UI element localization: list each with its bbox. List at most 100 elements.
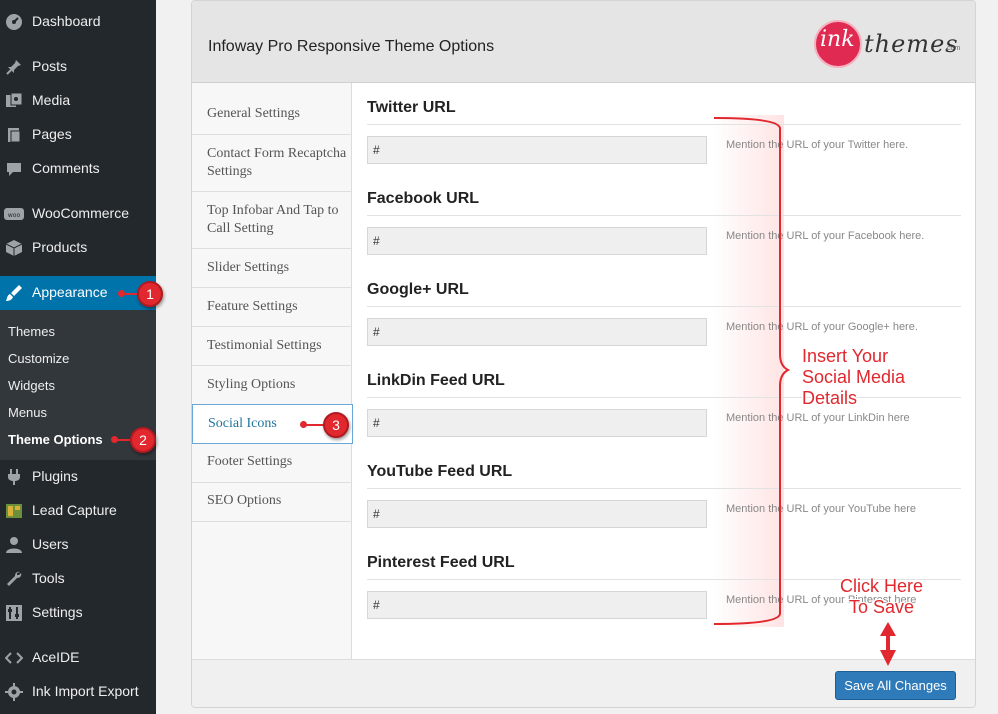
callout-save-line: Click Here [840, 576, 924, 596]
callout-social-line: Social Media [802, 367, 906, 387]
submenu-theme-options[interactable]: Theme Options [8, 432, 103, 447]
options-tabs: General Settings Contact Form Recaptcha … [192, 83, 353, 661]
field-divider [367, 306, 961, 307]
annotation-marker-2: 2 [130, 427, 156, 453]
panel-header: Infoway Pro Responsive Theme Options ink… [192, 1, 975, 83]
tab-feature-settings[interactable]: Feature Settings [192, 288, 352, 327]
annotation-arrow-icon [880, 622, 896, 666]
gear-icon [4, 683, 24, 701]
menu-label: Dashboard [32, 13, 101, 29]
menu-label: Comments [32, 160, 100, 176]
menu-aceide[interactable]: AceIDE [0, 641, 156, 675]
code-icon [4, 649, 24, 667]
field-divider [367, 124, 961, 125]
logo-ink-text: ink [820, 27, 855, 52]
tab-general-settings[interactable]: General Settings [192, 83, 352, 135]
menu-settings[interactable]: Settings [0, 596, 156, 630]
field-title-youtube: YouTube Feed URL [367, 463, 513, 480]
submenu-menus[interactable]: Menus [8, 405, 47, 420]
youtube-url-input[interactable] [367, 500, 707, 528]
svg-text:woo: woo [8, 212, 21, 219]
googleplus-url-input[interactable] [367, 318, 707, 346]
tab-styling-options[interactable]: Styling Options [192, 366, 352, 405]
media-icon [4, 92, 24, 110]
pages-icon [4, 126, 24, 144]
admin-sidebar: Dashboard Posts Media Pages Comments woo… [0, 0, 156, 714]
annotation-marker-3: 3 [323, 412, 349, 438]
pinterest-url-input[interactable] [367, 591, 707, 619]
woo-icon: woo [4, 205, 24, 223]
field-title-facebook: Facebook URL [367, 190, 480, 207]
save-all-changes-button[interactable]: Save All Changes [835, 671, 956, 700]
products-icon [4, 239, 24, 257]
submenu-widgets[interactable]: Widgets [8, 378, 55, 393]
linkedin-url-input[interactable] [367, 409, 707, 437]
panel-footer: Save All Changes [192, 659, 975, 707]
submenu-themes[interactable]: Themes [8, 324, 55, 339]
logo-com-text: .com [945, 45, 961, 52]
brush-icon [4, 284, 24, 302]
comment-icon [4, 160, 24, 178]
menu-label: Plugins [32, 468, 78, 484]
tab-contact-form[interactable]: Contact Form Recaptcha Settings [192, 135, 352, 192]
logo-themes-text: themes [864, 30, 959, 58]
menu-label: Settings [32, 604, 83, 620]
menu-label: AceIDE [32, 649, 80, 665]
menu-label: Ink Import Export [32, 683, 139, 699]
callout-save-line: To Save [848, 597, 915, 617]
annotation-marker-1: 1 [137, 281, 163, 307]
menu-label: Products [32, 239, 88, 255]
menu-label: Posts [32, 58, 68, 74]
menu-label: Pages [32, 126, 72, 142]
menu-label: Appearance [32, 284, 108, 300]
menu-posts[interactable]: Posts [0, 50, 156, 84]
field-title-linkedin: LinkDin Feed URL [367, 372, 505, 389]
annotation-bracket [713, 117, 791, 625]
facebook-url-input[interactable] [367, 227, 707, 255]
field-title-googleplus: Google+ URL [367, 281, 469, 298]
twitter-url-input[interactable] [367, 136, 707, 164]
tab-testimonial-settings[interactable]: Testimonial Settings [192, 327, 352, 366]
user-icon [4, 536, 24, 554]
field-title-pinterest: Pinterest Feed URL [367, 554, 515, 571]
menu-products[interactable]: Products [0, 231, 156, 265]
menu-dashboard[interactable]: Dashboard [0, 5, 156, 39]
menu-users[interactable]: Users [0, 528, 156, 562]
lead-capture-icon [4, 502, 24, 520]
field-divider [367, 215, 961, 216]
plug-icon [4, 468, 24, 486]
annotation-line [122, 293, 138, 295]
tab-footer-settings[interactable]: Footer Settings [192, 444, 352, 483]
menu-woocommerce[interactable]: woo WooCommerce [0, 197, 156, 231]
annotation-line [304, 424, 324, 426]
callout-social-line: Details [802, 388, 858, 408]
menu-label: Lead Capture [32, 502, 117, 518]
menu-comments[interactable]: Comments [0, 152, 156, 186]
settings-icon [4, 604, 24, 622]
menu-plugins[interactable]: Plugins [0, 460, 156, 494]
wrench-icon [4, 570, 24, 588]
tab-slider-settings[interactable]: Slider Settings [192, 249, 352, 288]
menu-pages[interactable]: Pages [0, 118, 156, 152]
menu-label: Users [32, 536, 69, 552]
inkthemes-logo: ink themes .com [812, 18, 962, 70]
menu-lead-capture[interactable]: Lead Capture [0, 494, 156, 528]
pin-icon [4, 58, 24, 76]
annotation-line [115, 439, 131, 441]
menu-label: Tools [32, 570, 65, 586]
menu-ink-import-export[interactable]: Ink Import Export [0, 675, 156, 709]
menu-tools[interactable]: Tools [0, 562, 156, 596]
menu-media[interactable]: Media [0, 84, 156, 118]
tab-seo-options[interactable]: SEO Options [192, 483, 352, 522]
dashboard-icon [4, 13, 24, 31]
menu-label: Media [32, 92, 71, 108]
field-divider [367, 488, 961, 489]
menu-label: WooCommerce [32, 205, 129, 221]
callout-social-line: Insert Your [802, 346, 889, 366]
page-title: Infoway Pro Responsive Theme Options [208, 38, 495, 55]
tab-top-infobar[interactable]: Top Infobar And Tap to Call Setting [192, 192, 352, 249]
callout-save: Click Here To Save [840, 576, 923, 618]
callout-social: Insert Your Social Media Details [802, 346, 905, 409]
submenu-customize[interactable]: Customize [8, 351, 69, 366]
field-title-twitter: Twitter URL [367, 99, 456, 116]
